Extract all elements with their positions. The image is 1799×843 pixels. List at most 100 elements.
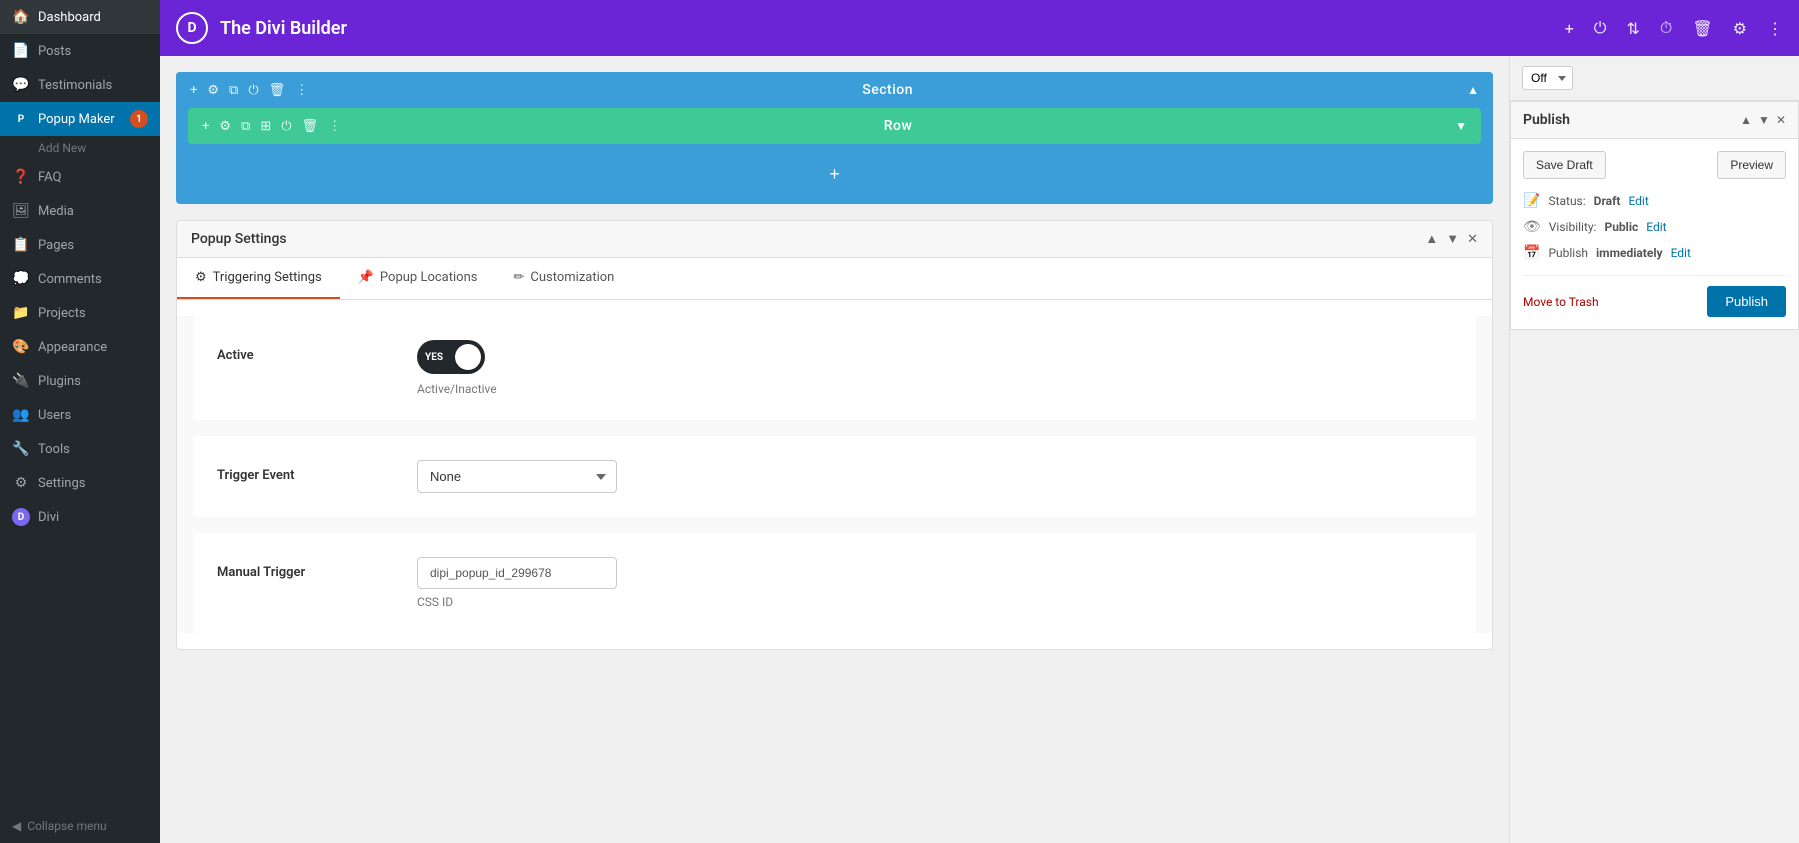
testimonials-icon: 💬 — [12, 76, 30, 94]
save-draft-button[interactable]: Save Draft — [1523, 151, 1606, 179]
visibility-edit-link[interactable]: Edit — [1646, 220, 1666, 234]
publish-label: Publish — [1548, 246, 1588, 260]
section-header: + ⚙ ⧉ ⏻ 🗑 ⋮ Section ▲ — [176, 72, 1493, 108]
row-collapse-icon[interactable]: ▼ — [1455, 119, 1467, 133]
tab-customization-label: Customization — [530, 270, 614, 285]
dashboard-icon: 🏠 — [12, 8, 30, 26]
sidebar-item-comments[interactable]: 💭 Comments — [0, 262, 160, 296]
off-select[interactable]: Off On — [1522, 66, 1573, 90]
publish-header-icons: ▲ ▼ ✕ — [1740, 113, 1786, 127]
trigger-event-select[interactable]: None Page Load Click Scroll Exit Intent … — [417, 460, 617, 493]
power-icon[interactable]: ⏻ — [1594, 18, 1607, 38]
move-to-trash-link[interactable]: Move to Trash — [1523, 295, 1599, 309]
tab-triggering-label: Triggering Settings — [213, 270, 322, 285]
sidebar-item-testimonials[interactable]: 💬 Testimonials — [0, 68, 160, 102]
section-collapse-icon[interactable]: ▲ — [1467, 83, 1479, 97]
add-module-button[interactable]: + — [819, 158, 851, 190]
trash-icon[interactable]: 🗑 — [1692, 19, 1712, 38]
sidebar-item-popup-maker[interactable]: P Popup Maker 1 — [0, 102, 160, 136]
ps-close-icon[interactable]: ✕ — [1467, 232, 1478, 247]
gear-icon[interactable]: ⚙ — [1733, 19, 1747, 38]
arrows-icon[interactable]: ⇅ — [1626, 19, 1639, 38]
sidebar-item-dashboard[interactable]: 🏠 Dashboard — [0, 0, 160, 34]
sidebar-item-pages[interactable]: 📋 Pages — [0, 228, 160, 262]
section-dots-icon[interactable]: ⋮ — [295, 83, 308, 98]
manual-trigger-row: Manual Trigger CSS ID — [193, 533, 1476, 633]
section-block: + ⚙ ⧉ ⏻ 🗑 ⋮ Section ▲ + ⚙ — [176, 72, 1493, 204]
tab-locations[interactable]: 📌 Popup Locations — [340, 258, 496, 299]
ps-up-icon[interactable]: ▲ — [1425, 231, 1438, 247]
status-edit-link[interactable]: Edit — [1628, 194, 1648, 208]
sidebar-item-label: Projects — [38, 306, 86, 321]
publish-header: Publish ▲ ▼ ✕ — [1511, 102, 1798, 139]
row-copy-icon[interactable]: ⧉ — [241, 119, 250, 134]
settings-tabs: ⚙ Triggering Settings 📌 Popup Locations … — [177, 258, 1492, 300]
sidebar-item-faq[interactable]: ❓ FAQ — [0, 160, 160, 194]
publish-title: Publish — [1523, 112, 1734, 128]
calendar-icon: 📅 — [1523, 245, 1540, 261]
plugins-icon: 🔌 — [12, 372, 30, 390]
ps-header-icons: ▲ ▼ ✕ — [1425, 231, 1478, 247]
sidebar-item-users[interactable]: 👥 Users — [0, 398, 160, 432]
dots-icon[interactable]: ⋮ — [1767, 19, 1783, 38]
sidebar-sub-add-new[interactable]: Add New — [0, 136, 160, 160]
active-label: Active — [217, 340, 377, 363]
users-icon: 👥 — [12, 406, 30, 424]
row-block: + ⚙ ⧉ ⊞ ⏻ 🗑 ⋮ Row ▼ — [188, 108, 1481, 144]
sidebar-item-projects[interactable]: 📁 Projects — [0, 296, 160, 330]
active-setting-row: Active YES Active/Inactive — [193, 316, 1476, 420]
ps-down-icon[interactable]: ▼ — [1446, 231, 1459, 247]
sidebar-item-label: Divi — [38, 510, 59, 525]
section-title: Section — [318, 82, 1457, 98]
pages-icon: 📋 — [12, 236, 30, 254]
row-add-icon[interactable]: + — [202, 119, 209, 134]
publish-close-icon[interactable]: ✕ — [1776, 113, 1786, 127]
publish-meta: 📝 Status: Draft Edit 👁 Visibility: Publi… — [1523, 193, 1786, 261]
row-dots-icon[interactable]: ⋮ — [328, 119, 341, 134]
sidebar-item-tools[interactable]: 🔧 Tools — [0, 432, 160, 466]
section-copy-icon[interactable]: ⧉ — [229, 83, 238, 98]
locations-icon: 📌 — [358, 270, 374, 285]
collapse-menu[interactable]: ◀ Collapse menu — [0, 809, 160, 843]
preview-button[interactable]: Preview — [1717, 151, 1786, 179]
row-title: Row — [351, 118, 1445, 134]
toggle-wrapper: YES Active/Inactive — [417, 340, 1452, 396]
sidebar-item-label: Media — [38, 204, 74, 219]
popup-maker-icon: P — [12, 110, 30, 128]
section-toolbar: + ⚙ ⧉ ⏻ 🗑 ⋮ — [190, 83, 308, 98]
sidebar-item-appearance[interactable]: 🎨 Appearance — [0, 330, 160, 364]
publish-widget: Publish ▲ ▼ ✕ Save Draft Preview 📝 — [1510, 101, 1799, 330]
tab-triggering[interactable]: ⚙ Triggering Settings — [177, 258, 340, 299]
sidebar-item-divi[interactable]: D Divi — [0, 500, 160, 534]
divi-builder-title: The Divi Builder — [220, 18, 1553, 39]
section-trash-icon[interactable]: 🗑 — [269, 83, 286, 98]
tab-customization[interactable]: ✏ Customization — [495, 258, 632, 299]
popup-settings-panel: Popup Settings ▲ ▼ ✕ ⚙ Triggering Settin… — [176, 220, 1493, 650]
divi-bar-icons: + ⏻ ⇅ ⏱ 🗑 ⚙ ⋮ — [1565, 18, 1783, 38]
publish-when-edit-link[interactable]: Edit — [1671, 246, 1691, 260]
section-gear-icon[interactable]: ⚙ — [207, 83, 219, 98]
right-panel: Off On Publish ▲ ▼ ✕ Save Draft — [1509, 56, 1799, 843]
publish-down-icon[interactable]: ▼ — [1758, 113, 1770, 127]
manual-trigger-input[interactable] — [417, 557, 617, 589]
row-trash-icon[interactable]: 🗑 — [302, 119, 319, 134]
sidebar-item-media[interactable]: 🖼 Media — [0, 194, 160, 228]
row-columns-icon[interactable]: ⊞ — [260, 119, 271, 134]
sidebar-item-settings[interactable]: ⚙ Settings — [0, 466, 160, 500]
add-icon[interactable]: + — [1565, 19, 1574, 38]
sidebar-item-plugins[interactable]: 🔌 Plugins — [0, 364, 160, 398]
section-add-icon[interactable]: + — [190, 83, 197, 98]
section-power-icon[interactable]: ⏻ — [248, 83, 258, 98]
sidebar-item-posts[interactable]: 📄 Posts — [0, 34, 160, 68]
row-power-icon[interactable]: ⏻ — [281, 119, 291, 134]
status-label: Status: — [1548, 194, 1585, 208]
history-icon[interactable]: ⏱ — [1660, 18, 1672, 38]
popup-settings-title: Popup Settings — [191, 231, 1417, 247]
publish-button[interactable]: Publish — [1707, 286, 1786, 317]
sidebar: 🏠 Dashboard 📄 Posts 💬 Testimonials P Pop… — [0, 0, 160, 843]
publish-up-icon[interactable]: ▲ — [1740, 113, 1752, 127]
visibility-label: Visibility: — [1549, 220, 1597, 234]
active-toggle[interactable]: YES — [417, 340, 485, 374]
row-header: + ⚙ ⧉ ⊞ ⏻ 🗑 ⋮ Row ▼ — [188, 108, 1481, 144]
row-gear-icon[interactable]: ⚙ — [219, 119, 231, 134]
